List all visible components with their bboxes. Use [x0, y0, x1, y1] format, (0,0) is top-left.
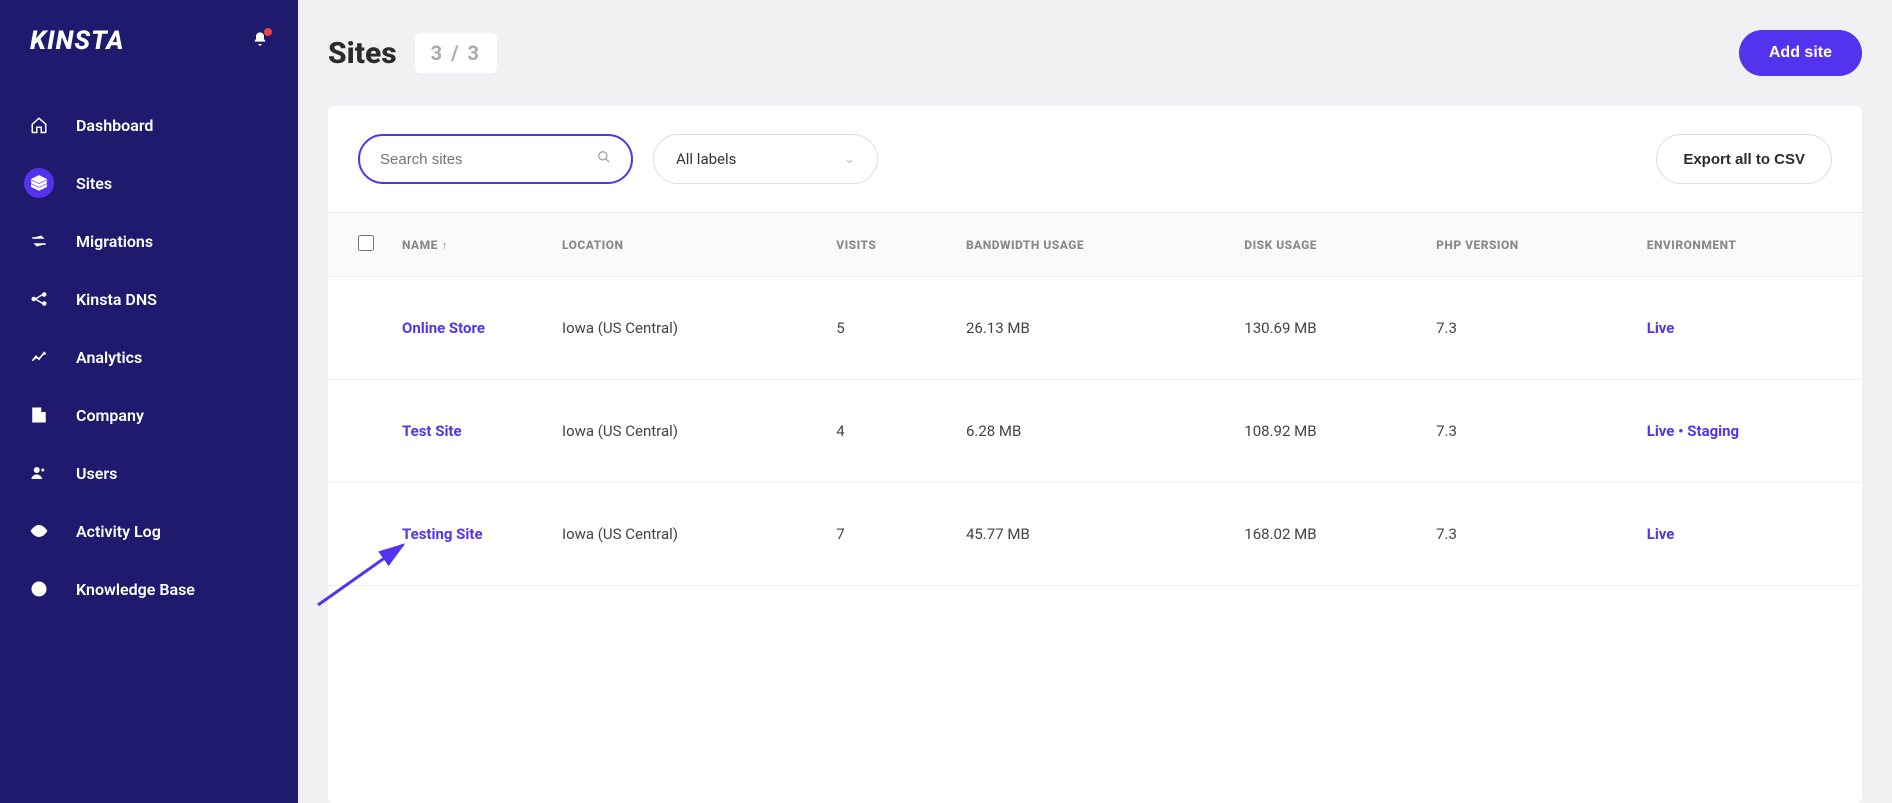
- column-name[interactable]: NAME↑: [388, 213, 548, 277]
- column-environment[interactable]: ENVIRONMENT: [1633, 213, 1862, 277]
- chevron-down-icon: ⌄: [844, 152, 855, 167]
- select-all-checkbox[interactable]: [358, 235, 374, 251]
- sidebar-item-migrations[interactable]: Migrations: [0, 212, 298, 270]
- sidebar-item-label: Users: [76, 464, 117, 483]
- bandwidth-cell: 6.28 MB: [952, 380, 1230, 483]
- sidebar-item-dashboard[interactable]: Dashboard: [0, 96, 298, 154]
- sidebar-item-analytics[interactable]: Analytics: [0, 328, 298, 386]
- page-header: Sites 3 / 3 Add site: [328, 30, 1862, 76]
- select-all-header: [328, 213, 388, 277]
- sidebar-item-activity[interactable]: Activity Log: [0, 502, 298, 560]
- sidebar: KINSTA Dashboard Sites Migrations Kinsta…: [0, 0, 298, 803]
- notification-dot: [264, 28, 272, 36]
- sidebar-item-company[interactable]: Company: [0, 386, 298, 444]
- dns-icon: [24, 284, 54, 314]
- sidebar-item-label: Knowledge Base: [76, 580, 195, 599]
- search-icon: [597, 150, 611, 168]
- sidebar-item-users[interactable]: Users: [0, 444, 298, 502]
- sites-panel: All labels ⌄ Export all to CSV NAME↑ LOC…: [328, 106, 1862, 803]
- site-name-link[interactable]: Online Store: [402, 319, 485, 337]
- migrate-icon: [24, 226, 54, 256]
- visits-cell: 7: [822, 483, 952, 586]
- disk-cell: 108.92 MB: [1230, 380, 1422, 483]
- environment-link[interactable]: Staging: [1687, 422, 1739, 440]
- environment-link[interactable]: Live: [1647, 525, 1675, 543]
- bandwidth-cell: 26.13 MB: [952, 277, 1230, 380]
- visits-cell: 5: [822, 277, 952, 380]
- environment-cell: Live • Staging: [1633, 380, 1862, 483]
- location-cell: Iowa (US Central): [548, 483, 822, 586]
- sidebar-item-label: Company: [76, 406, 144, 425]
- panel-toolbar: All labels ⌄ Export all to CSV: [328, 106, 1862, 212]
- export-csv-button[interactable]: Export all to CSV: [1656, 134, 1832, 184]
- row-checkbox-cell: [328, 380, 388, 483]
- env-separator: •: [1678, 422, 1683, 440]
- sidebar-nav: Dashboard Sites Migrations Kinsta DNS An…: [0, 96, 298, 618]
- php-cell: 7.3: [1422, 380, 1633, 483]
- home-icon: [24, 110, 54, 140]
- sidebar-item-label: Dashboard: [76, 116, 153, 135]
- search-input[interactable]: [380, 151, 597, 168]
- sites-table: NAME↑ LOCATION VISITS BANDWIDTH USAGE DI…: [328, 212, 1862, 586]
- site-name-cell: Online Store: [388, 277, 548, 380]
- sidebar-item-label: Activity Log: [76, 522, 161, 541]
- environment-link[interactable]: Live: [1647, 422, 1675, 440]
- php-cell: 7.3: [1422, 277, 1633, 380]
- site-name-cell: Testing Site: [388, 483, 548, 586]
- site-name-cell: Test Site: [388, 380, 548, 483]
- column-disk[interactable]: DISK USAGE: [1230, 213, 1422, 277]
- row-checkbox-cell: [328, 277, 388, 380]
- column-location[interactable]: LOCATION: [548, 213, 822, 277]
- eye-icon: [24, 516, 54, 546]
- row-checkbox-cell: [328, 483, 388, 586]
- column-visits[interactable]: VISITS: [822, 213, 952, 277]
- sidebar-item-dns[interactable]: Kinsta DNS: [0, 270, 298, 328]
- visits-cell: 4: [822, 380, 952, 483]
- sidebar-item-label: Kinsta DNS: [76, 290, 157, 309]
- help-icon: [24, 574, 54, 604]
- table-row: Test Site Iowa (US Central)46.28 MB108.92…: [328, 380, 1862, 483]
- page-title: Sites: [328, 36, 397, 71]
- main-content: Sites 3 / 3 Add site All labels ⌄ Export…: [298, 0, 1892, 803]
- table-row: Testing Site Iowa (US Central)745.77 MB16…: [328, 483, 1862, 586]
- location-cell: Iowa (US Central): [548, 380, 822, 483]
- site-name-link[interactable]: Testing Site: [402, 525, 483, 543]
- column-php[interactable]: PHP VERSION: [1422, 213, 1633, 277]
- users-icon: [24, 458, 54, 488]
- sort-asc-icon: ↑: [442, 239, 448, 252]
- disk-cell: 168.02 MB: [1230, 483, 1422, 586]
- table-row: Online Store Iowa (US Central)526.13 MB13…: [328, 277, 1862, 380]
- company-icon: [24, 400, 54, 430]
- sidebar-item-label: Migrations: [76, 232, 153, 251]
- sites-count-badge: 3 / 3: [415, 33, 497, 73]
- environment-cell: Live: [1633, 483, 1862, 586]
- location-cell: Iowa (US Central): [548, 277, 822, 380]
- sidebar-item-sites[interactable]: Sites: [0, 154, 298, 212]
- sidebar-item-knowledge[interactable]: Knowledge Base: [0, 560, 298, 618]
- logo: KINSTA: [30, 26, 124, 56]
- php-cell: 7.3: [1422, 483, 1633, 586]
- sidebar-item-label: Analytics: [76, 348, 142, 367]
- environment-link[interactable]: Live: [1647, 319, 1675, 337]
- notifications-bell[interactable]: [252, 31, 268, 51]
- sidebar-item-label: Sites: [76, 174, 112, 193]
- labels-dropdown-text: All labels: [676, 150, 736, 168]
- stack-icon: [24, 168, 54, 198]
- disk-cell: 130.69 MB: [1230, 277, 1422, 380]
- environment-cell: Live: [1633, 277, 1862, 380]
- site-name-link[interactable]: Test Site: [402, 422, 462, 440]
- add-site-button[interactable]: Add site: [1739, 30, 1862, 76]
- search-container: [358, 134, 633, 184]
- column-bandwidth[interactable]: BANDWIDTH USAGE: [952, 213, 1230, 277]
- labels-dropdown[interactable]: All labels ⌄: [653, 134, 878, 184]
- analytics-icon: [24, 342, 54, 372]
- bandwidth-cell: 45.77 MB: [952, 483, 1230, 586]
